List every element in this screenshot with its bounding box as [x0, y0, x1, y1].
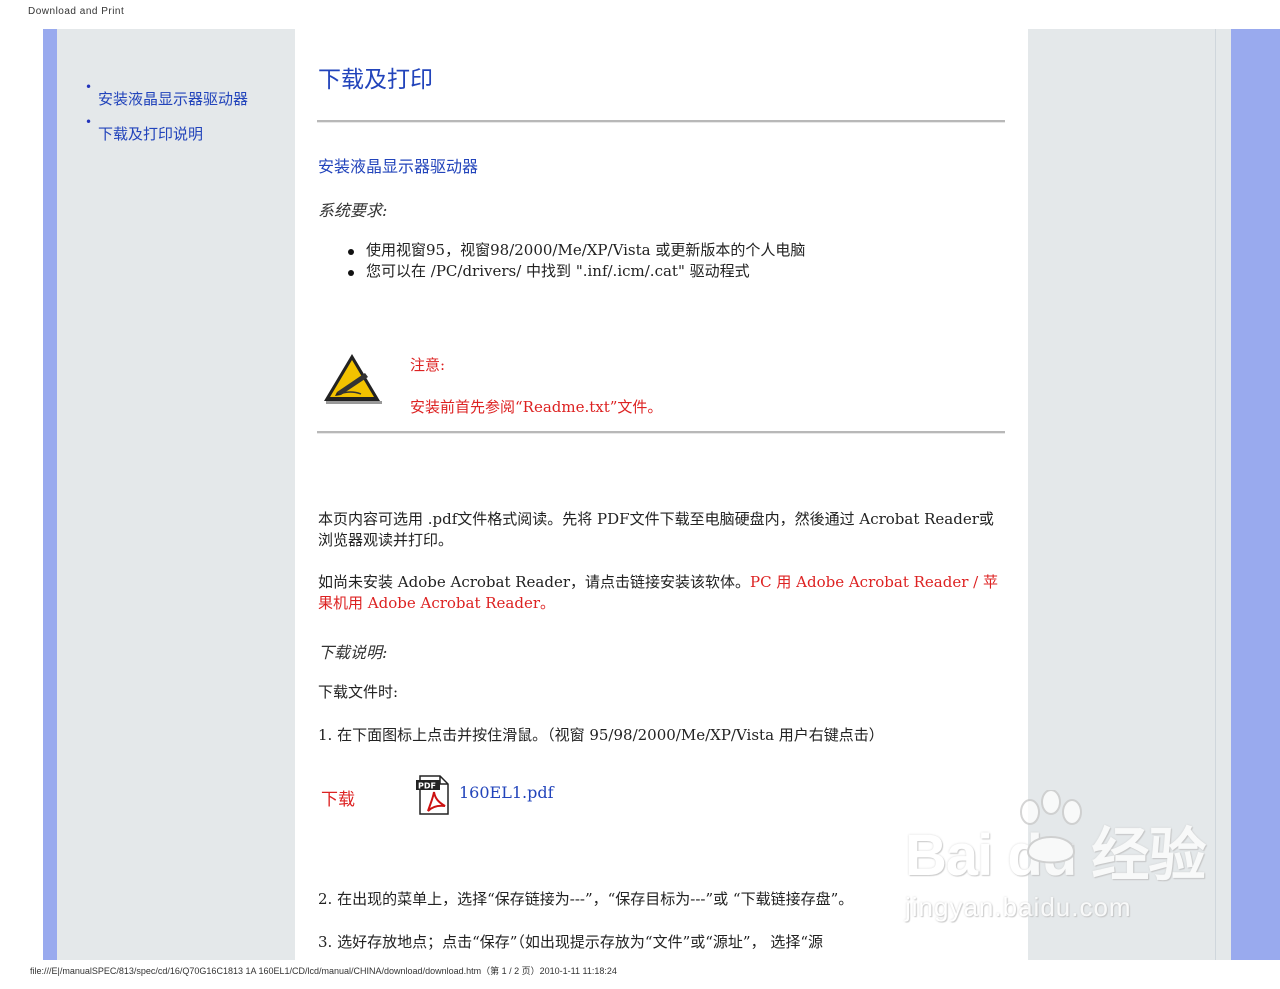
sidebar-nav: 安装液晶显示器驱动器 下载及打印说明	[85, 77, 248, 159]
sidebar-item-install-driver: 安装液晶显示器驱动器	[85, 77, 248, 109]
sidebar-link-download-print[interactable]: 下载及打印说明	[98, 125, 203, 143]
sidebar-item-download-print: 下载及打印说明	[85, 112, 248, 144]
sidebar-link-install-driver[interactable]: 安装液晶显示器驱动器	[98, 90, 248, 108]
adobe-install-text: 如尚未安装 Adobe Acrobat Reader，请点击链接安装该软体。PC…	[318, 572, 998, 614]
system-requirements-heading: 系统要求:	[318, 201, 388, 220]
page-title: 下载及打印	[318, 67, 433, 93]
sidebar: 安装液晶显示器驱动器 下载及打印说明	[57, 29, 295, 960]
download-when-text: 下载文件时:	[318, 683, 399, 701]
requirements-list: 使用视窗95，视窗98/2000/Me/XP/Vista 或更新版本的个人电脑 …	[348, 240, 805, 282]
watermark-url: jingyan.baidu.com	[905, 892, 1132, 922]
divider-top	[317, 120, 1005, 123]
adobe-reader-pc-link[interactable]: PC 用 Adobe Acrobat Reader	[750, 573, 968, 591]
adobe-install-prefix: 如尚未安装 Adobe Acrobat Reader，请点击链接安装该软体。	[318, 573, 751, 591]
print-header: Download and Print	[28, 6, 125, 17]
left-decor-strip	[43, 29, 57, 960]
right-gap-panel	[1215, 29, 1232, 960]
print-footer: file:///E|/manualSPEC/813/spec/cd/16/Q70…	[30, 966, 617, 976]
note-label: 注意:	[410, 356, 446, 374]
adobe-link-separator: /	[968, 573, 983, 591]
download-instructions-heading: 下载说明:	[318, 643, 388, 662]
baidu-paw-icon	[1020, 790, 1082, 864]
step-2-text: 2. 在出现的菜单上，选择“保存链接为---”，“保存目标为---”或 “下载链…	[318, 890, 854, 908]
section-link-install-driver[interactable]: 安装液晶显示器驱动器	[318, 153, 478, 177]
requirement-item: 使用视窗95，视窗98/2000/Me/XP/Vista 或更新版本的个人电脑	[348, 240, 805, 261]
divider-note	[317, 431, 1005, 434]
pdf-file-icon[interactable]: PDF	[415, 774, 451, 816]
svg-text:PDF: PDF	[418, 782, 436, 791]
step-1-text: 1. 在下面图标上点击并按住滑鼠。（视窗 95/98/2000/Me/XP/Vi…	[318, 726, 884, 744]
step-3-text: 3. 选好存放地点；点击“保存”（如出现提示存放为“文件”或“源址”， 选择“源	[318, 933, 824, 951]
note-pen-warning-icon	[324, 354, 382, 404]
baidu-watermark: Bai du 经验 jingyan.baidu.com	[905, 790, 1206, 922]
right-decor-strip	[1231, 29, 1280, 960]
note-text: 安装前首先参阅“Readme.txt”文件。	[410, 398, 663, 416]
pdf-download-link[interactable]: 160EL1.pdf	[459, 783, 554, 802]
requirement-item: 您可以在 /PC/drivers/ 中找到 ".inf/.icm/.cat" 驱…	[348, 261, 805, 282]
pdf-intro-text: 本页内容可选用 .pdf文件格式阅读。先将 PDF文件下载至电脑硬盘内，然後通过…	[318, 510, 994, 549]
download-label: 下载	[321, 790, 355, 810]
